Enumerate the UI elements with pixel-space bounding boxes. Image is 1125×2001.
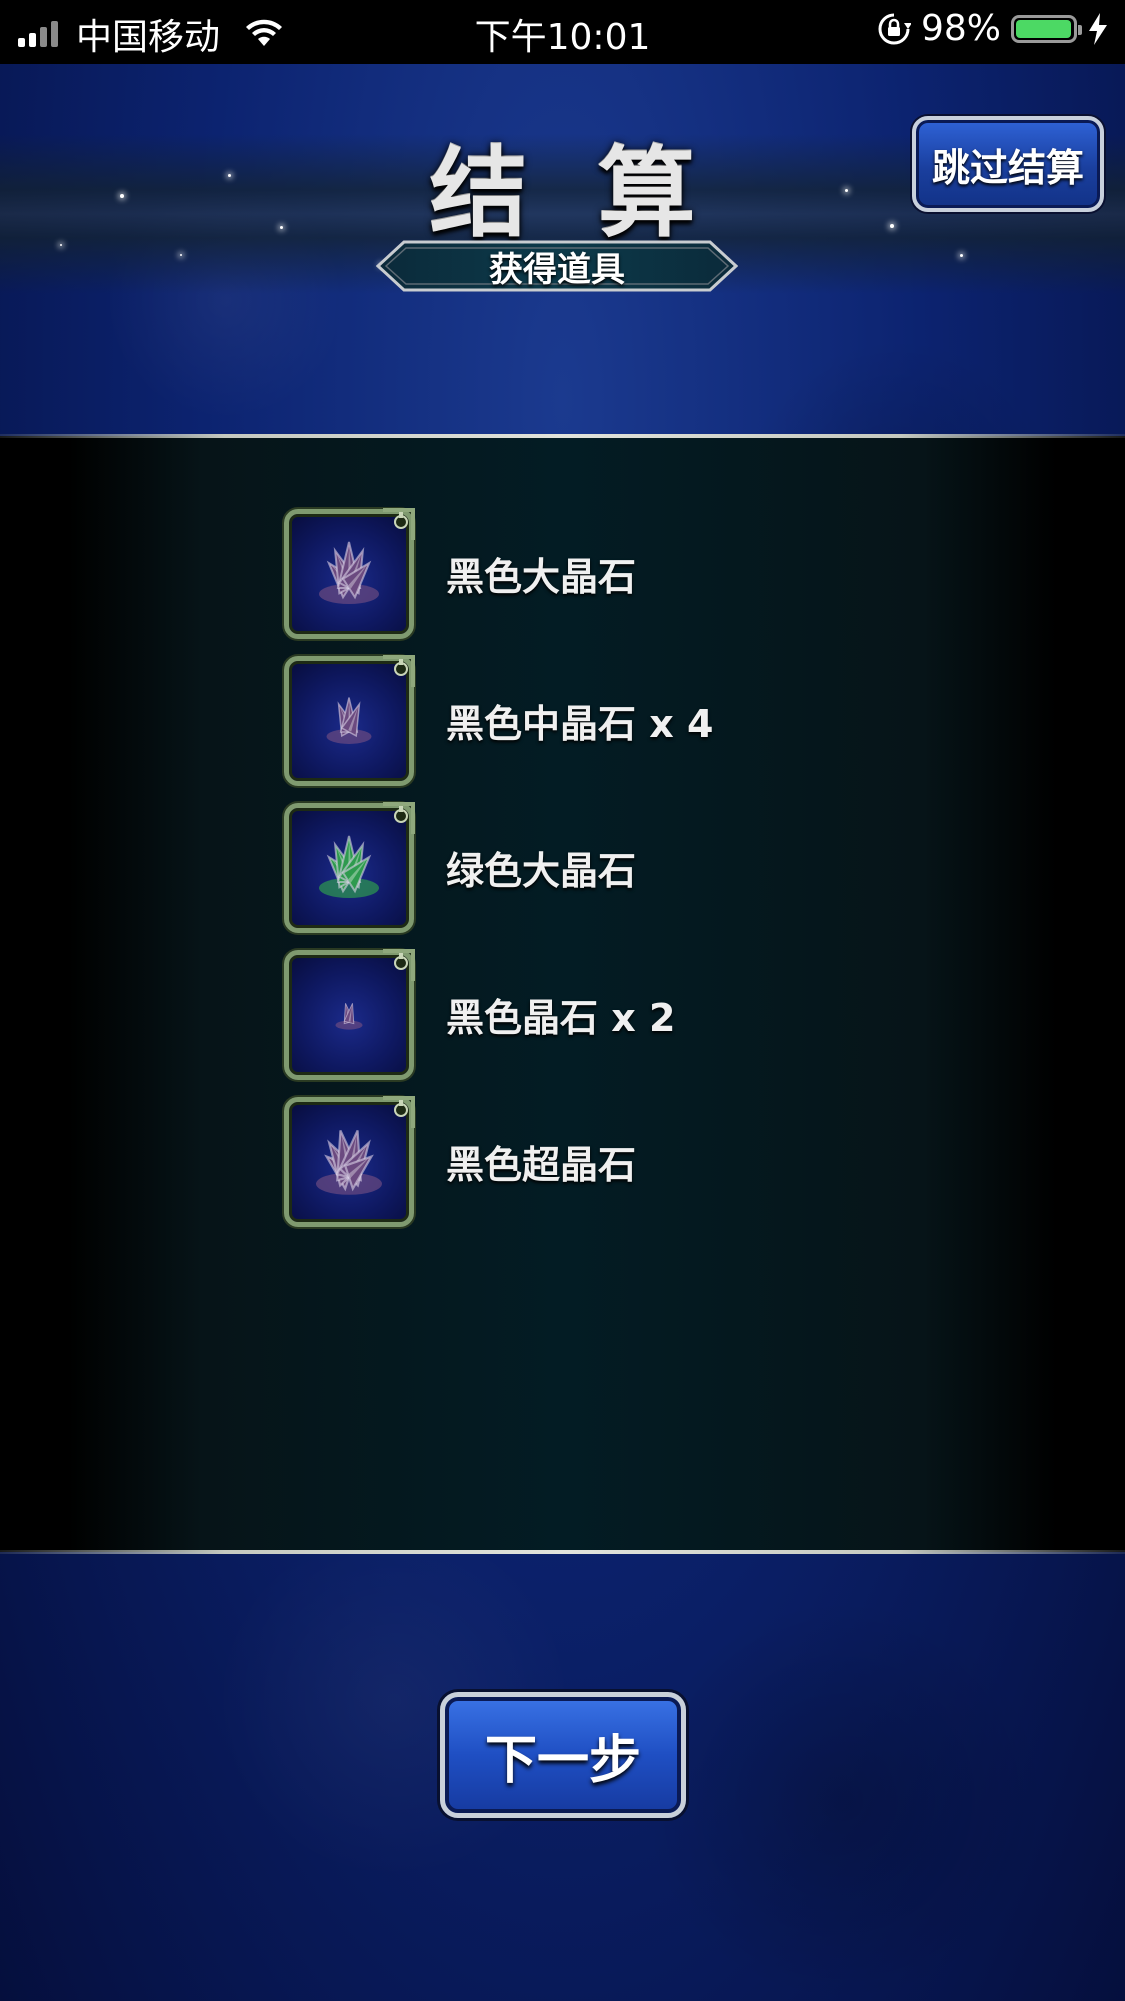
battery-fill [1016, 19, 1071, 38]
result-screen: 中国移动 下午10:01 98% 结算 获得道具 跳过结算 黑色大晶石 黑色中晶… [0, 0, 1125, 2001]
item-corner-ornament-icon [383, 948, 415, 981]
item-row: 黑色大晶石 [284, 500, 713, 647]
item-corner-ornament-icon [383, 801, 415, 834]
panel-bottom-edge [0, 1550, 1125, 1554]
item-icon-frame[interactable] [284, 801, 415, 933]
item-corner-ornament-icon [383, 507, 415, 540]
item-name: 绿色大晶石 [446, 849, 637, 893]
obtained-items-panel: 黑色大晶石黑色中晶石 x 4 绿色大晶石黑色晶石 x 2 黑色超晶石 [0, 436, 1125, 1552]
next-step-button[interactable]: 下一步 [440, 1692, 686, 1818]
item-row: 黑色超晶石 [284, 1088, 713, 1235]
obtained-items-banner: 获得道具 [376, 240, 738, 292]
item-name: 黑色晶石 x 2 [446, 996, 676, 1040]
status-bar: 中国移动 下午10:01 98% [0, 0, 1125, 64]
header: 结算 获得道具 跳过结算 [0, 64, 1125, 434]
item-list: 黑色大晶石黑色中晶石 x 4 绿色大晶石黑色晶石 x 2 黑色超晶石 [284, 500, 713, 1235]
item-icon-frame[interactable] [284, 1095, 415, 1227]
status-right: 98% [877, 8, 1109, 49]
battery-percent: 98% [920, 8, 1001, 49]
subtitle-label: 获得道具 [489, 249, 625, 290]
item-icon-frame[interactable] [284, 507, 415, 639]
item-icon-frame[interactable] [284, 654, 415, 786]
rotation-lock-icon [878, 13, 911, 44]
item-corner-ornament-icon [383, 654, 415, 687]
item-row: 黑色中晶石 x 4 [284, 647, 713, 794]
item-name: 黑色大晶石 [446, 555, 637, 599]
item-corner-ornament-icon [383, 1095, 415, 1128]
item-icon-frame[interactable] [284, 948, 415, 1080]
skip-result-button[interactable]: 跳过结算 [912, 116, 1104, 212]
battery-icon [1011, 14, 1082, 43]
panel-top-edge [0, 434, 1125, 438]
charging-bolt-icon [1089, 12, 1107, 45]
item-name: 黑色超晶石 [446, 1143, 637, 1187]
item-name: 黑色中晶石 x 4 [446, 702, 714, 746]
item-row: 绿色大晶石 [284, 794, 713, 941]
item-row: 黑色晶石 x 2 [284, 941, 713, 1088]
